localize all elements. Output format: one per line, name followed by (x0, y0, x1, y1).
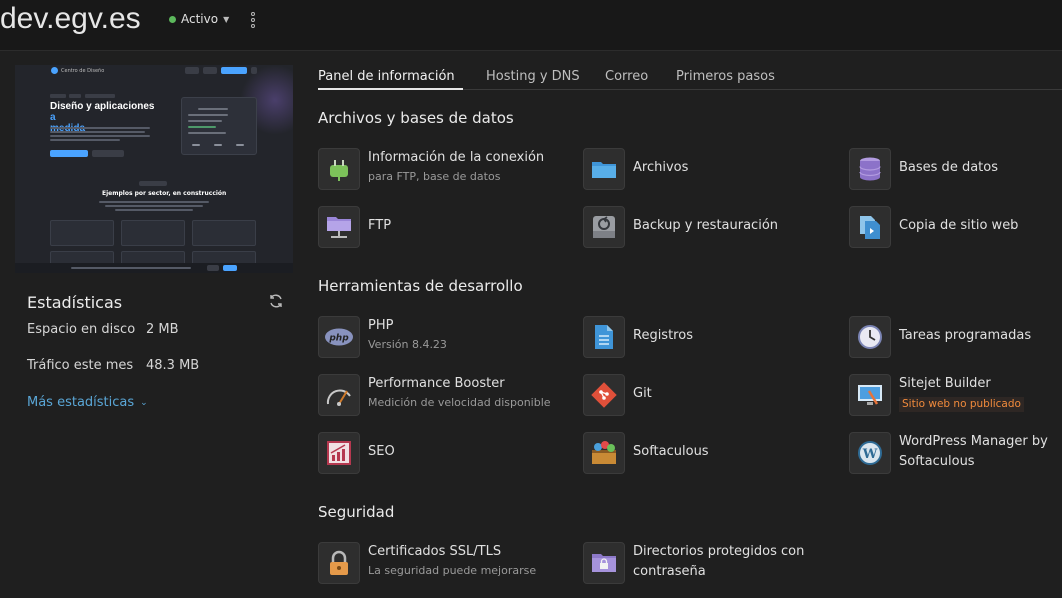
seo-chart-icon (318, 432, 360, 474)
section-files-databases: Archivos y bases de datos (318, 109, 514, 127)
disk-space-value: 2 MB (146, 322, 179, 337)
chevron-down-icon: ▼ (223, 14, 230, 24)
copy-icon (849, 206, 891, 248)
sitejet-icon (849, 374, 891, 416)
tool-protected-directories[interactable]: Directorios protegidos con contraseña (583, 542, 843, 584)
preview-logo-text: Centro de Diseño (61, 68, 105, 74)
tool-seo[interactable]: SEO (318, 432, 518, 474)
section-dev-tools: Herramientas de desarrollo (318, 277, 523, 295)
git-icon (583, 374, 625, 416)
tab-mail[interactable]: Correo (605, 69, 648, 84)
chevron-down-icon: ⌄ (140, 397, 148, 408)
site-title: dev.egv.es (0, 2, 141, 35)
lock-icon (318, 542, 360, 584)
php-icon: php (318, 316, 360, 358)
tool-ssl-certificates[interactable]: Certificados SSL/TLS La seguridad puede … (318, 542, 578, 584)
protected-folder-icon (583, 542, 625, 584)
softaculous-icon (583, 432, 625, 474)
preview-logo (51, 67, 58, 74)
active-tab-indicator (318, 88, 463, 90)
ftp-folder-icon (318, 206, 360, 248)
tool-sitejet-builder[interactable]: Sitejet Builder Sitio web no publicado (849, 374, 1059, 416)
preview-section-heading: Ejemplos por sector, en construcción (102, 190, 227, 197)
tool-performance-booster[interactable]: Performance Booster Medición de velocida… (318, 374, 578, 416)
tool-website-copy[interactable]: Copia de sitio web (849, 206, 1049, 248)
disk-space-label: Espacio en disco (27, 322, 136, 337)
plug-icon (318, 148, 360, 190)
more-statistics-link[interactable]: Más estadísticas ⌄ (27, 395, 148, 410)
tool-connection-info[interactable]: Información de la conexión para FTP, bas… (318, 148, 578, 190)
tool-files[interactable]: Archivos (583, 148, 783, 190)
status-dot (169, 15, 176, 23)
traffic-value: 48.3 MB (146, 358, 200, 373)
svg-text:W: W (862, 447, 878, 462)
status-dropdown[interactable]: Activo ▼ (169, 12, 229, 26)
tool-ftp[interactable]: FTP (318, 206, 518, 248)
section-security: Seguridad (318, 503, 395, 521)
speedometer-icon (318, 374, 360, 416)
tab-getting-started[interactable]: Primeros pasos (676, 69, 775, 84)
log-file-icon (583, 316, 625, 358)
tab-hosting-dns[interactable]: Hosting y DNS (486, 69, 580, 84)
backup-icon (583, 206, 625, 248)
tool-wordpress-manager[interactable]: W WordPress Manager by Softaculous (849, 432, 1059, 474)
status-label: Activo (181, 12, 219, 26)
preview-heading: Diseño y aplicaciones amedida (50, 101, 155, 134)
database-icon (849, 148, 891, 190)
top-bar: dev.egv.es Activo ▼ (0, 0, 1062, 51)
tool-backup-restore[interactable]: Backup y restauración (583, 206, 813, 248)
tool-scheduled-tasks[interactable]: Tareas programadas (849, 316, 1049, 358)
tab-bar: Panel de información Hosting y DNS Corre… (318, 66, 1062, 90)
wordpress-icon: W (849, 432, 891, 474)
tool-php[interactable]: php PHP Versión 8.4.23 (318, 316, 518, 358)
tool-logs[interactable]: Registros (583, 316, 783, 358)
statistics-title: Estadísticas (27, 293, 123, 312)
svg-text:php: php (328, 334, 349, 344)
clock-icon (849, 316, 891, 358)
traffic-label: Tráfico este mes (27, 358, 134, 373)
unpublished-badge: Sitio web no publicado (899, 397, 1024, 412)
website-preview[interactable]: Centro de Diseño Diseño y aplicaciones a… (15, 65, 293, 273)
more-options-icon[interactable] (249, 12, 257, 28)
tool-git[interactable]: Git (583, 374, 783, 416)
folder-icon (583, 148, 625, 190)
refresh-icon[interactable] (268, 293, 284, 309)
tool-softaculous[interactable]: Softaculous (583, 432, 783, 474)
tool-databases[interactable]: Bases de datos (849, 148, 1049, 190)
tab-dashboard[interactable]: Panel de información (318, 69, 455, 84)
